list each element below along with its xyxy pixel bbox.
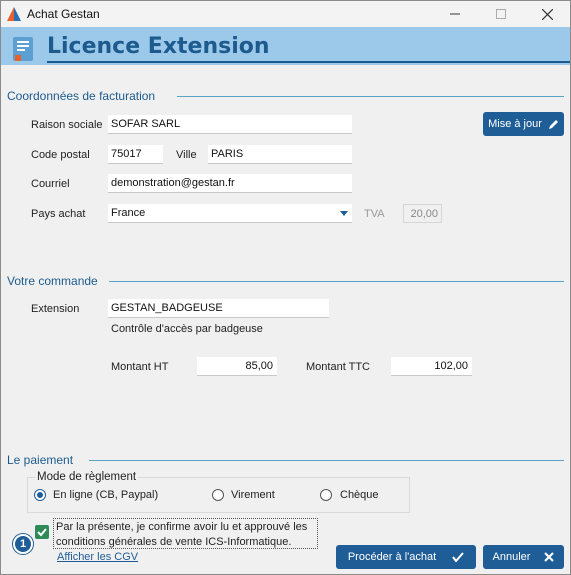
pays-label: Pays achat [31, 208, 86, 220]
close-window-button[interactable] [524, 1, 570, 27]
page-title: Licence Extension [47, 34, 270, 59]
billing-divider [177, 96, 564, 97]
ville-field[interactable]: PARIS [208, 145, 352, 164]
radio-cheque[interactable] [320, 489, 332, 501]
radio-transfer[interactable] [212, 489, 224, 501]
raison-field[interactable]: SOFAR SARL [108, 115, 352, 134]
cancel-button[interactable]: Annuler [483, 545, 564, 569]
confirm-text-line2: conditions générales de vente ICS-Inform… [56, 536, 292, 548]
ttc-field: 102,00 [391, 357, 472, 376]
payment-divider [89, 460, 564, 461]
ht-field: 85,00 [197, 357, 277, 376]
header-banner: Licence Extension [1, 27, 570, 65]
tva-field: 20,00 [403, 204, 442, 223]
update-button[interactable]: Mise à jour [483, 112, 564, 136]
radio-cheque-label[interactable]: Chèque [340, 489, 379, 501]
maximize-button[interactable] [478, 1, 524, 27]
email-field[interactable]: demonstration@gestan.fr [108, 174, 352, 193]
cancel-label: Annuler [492, 551, 531, 563]
check-icon [452, 552, 464, 562]
header-underline [47, 61, 570, 63]
confirm-text[interactable]: Par la présente, je confirme avoir lu et… [53, 518, 318, 549]
ville-label: Ville [176, 149, 197, 161]
tva-label: TVA [364, 208, 385, 220]
billing-section-title: Coordonnées de facturation [7, 89, 156, 103]
update-label: Mise à jour [488, 118, 542, 130]
order-divider [109, 281, 564, 282]
order-section-title: Votre commande [7, 274, 98, 288]
pencil-icon [548, 119, 558, 129]
pays-select[interactable]: France [108, 204, 352, 223]
ext-description: Contrôle d'accès par badgeuse [111, 323, 263, 335]
maximize-icon [496, 9, 506, 19]
app-logo-icon [7, 7, 21, 21]
app-window: Achat Gestan Licence Extension Coordonné… [0, 0, 571, 575]
chevron-down-icon [340, 211, 348, 216]
minimize-icon [450, 13, 460, 15]
close-icon [544, 552, 555, 562]
radio-online-label[interactable]: En ligne (CB, Paypal) [53, 489, 158, 501]
minimize-button[interactable] [432, 1, 478, 27]
cp-field[interactable]: 75017 [108, 145, 163, 164]
document-icon [13, 37, 33, 61]
raison-label: Raison sociale [31, 119, 103, 131]
purchase-button[interactable]: Procéder à l'achat [336, 545, 476, 569]
checkmark-icon [37, 528, 47, 537]
email-label: Courriel [31, 178, 70, 190]
cgv-link[interactable]: Afficher les CGV [57, 551, 138, 563]
title-bar: Achat Gestan [1, 1, 570, 27]
ext-label: Extension [31, 303, 80, 315]
purchase-label: Procéder à l'achat [347, 551, 437, 563]
mode-label: Mode de règlement [35, 471, 139, 483]
radio-online[interactable] [34, 489, 46, 501]
ht-label: Montant HT [111, 361, 169, 373]
ext-field[interactable]: GESTAN_BADGEUSE [108, 299, 329, 318]
close-icon [541, 8, 553, 20]
pays-value: France [111, 207, 146, 219]
confirm-checkbox[interactable] [35, 525, 49, 539]
step-badge: 1 [13, 534, 33, 554]
radio-transfer-label[interactable]: Virement [231, 489, 275, 501]
ttc-label: Montant TTC [306, 361, 370, 373]
confirm-text-line1: Par la présente, je confirme avoir lu et… [56, 521, 308, 533]
cp-label: Code postal [31, 149, 90, 161]
step-badge-number: 1 [19, 538, 27, 550]
payment-section-title: Le paiement [7, 453, 74, 467]
window-title: Achat Gestan [27, 7, 100, 21]
